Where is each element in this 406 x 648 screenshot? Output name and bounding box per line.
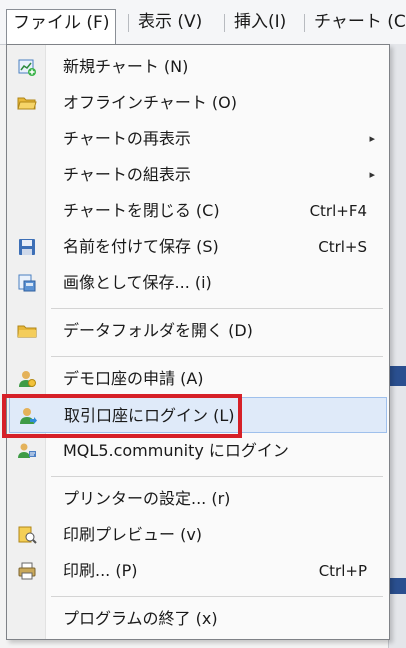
menu-separator [128,14,129,32]
new-chart-icon [18,59,36,76]
chart-area-fragment [389,366,406,386]
menu-separator [51,356,383,357]
menu-file[interactable]: ファイル (F) [6,9,117,45]
menu-item-label: 印刷... (P) [63,561,138,580]
menu-item-label: 印刷プレビュー (v) [63,525,203,544]
file-menu-dropdown: 新規チャート (N) オフラインチャート (O) チャートの再表示 ▸ チャート… [6,44,390,640]
menu-item-label: 画像として保存... (i) [63,273,212,292]
menu-item-label: オフラインチャート (O) [63,93,238,112]
window-background [388,44,406,648]
community-icon [18,443,36,458]
menu-item-exit[interactable]: プログラムの終了 (x) [9,601,387,637]
printer-icon [18,562,36,580]
menu-item-close-chart[interactable]: チャートを閉じる (C) Ctrl+F4 [9,193,387,229]
menu-item-demo-account[interactable]: デモ口座の申請 (A) [9,361,387,397]
menu-separator [51,476,383,477]
menu-chart[interactable]: チャート (C [308,9,406,35]
menu-item-redisplay[interactable]: チャートの再表示 ▸ [9,121,387,157]
menu-separator [224,14,225,32]
menu-item-label: デモ口座の申請 (A) [63,369,204,388]
menu-item-label: チャートの組表示 [63,165,191,184]
menu-item-open-data-folder[interactable]: データフォルダを開く (D) [9,313,387,349]
menu-item-save-image[interactable]: 画像として保存... (i) [9,265,387,301]
print-preview-icon [18,526,37,544]
floppy-disk-icon [19,239,35,255]
chart-area-fragment [389,578,406,594]
shortcut-label: Ctrl+P [318,562,367,580]
menu-view[interactable]: 表示 (V) [132,9,208,35]
submenu-arrow-icon: ▸ [369,132,375,145]
shortcut-label: Ctrl+S [318,238,367,256]
menu-separator [51,308,383,309]
menu-item-label: プログラムの終了 (x) [63,609,218,628]
menu-separator [304,14,305,32]
user-icon [19,371,36,387]
image-save-icon [18,274,36,292]
menu-item-label: プリンターの設定... (r) [63,489,231,508]
menu-item-label: データフォルダを開く (D) [63,321,253,340]
menu-item-label: チャートを閉じる (C) [63,201,220,220]
menu-item-print-preview[interactable]: 印刷プレビュー (v) [9,517,387,553]
menu-item-label: MQL5.community にログイン [63,441,289,460]
menu-item-new-chart[interactable]: 新規チャート (N) [9,49,387,85]
folder-open-icon [17,97,37,110]
submenu-arrow-icon: ▸ [369,168,375,181]
shortcut-label: Ctrl+F4 [309,202,367,220]
menu-item-label: チャートの再表示 [63,129,191,148]
menu-bar: ファイル (F) 表示 (V) 挿入(I) チャート (C [0,0,406,45]
menu-item-save-as[interactable]: 名前を付けて保存 (S) Ctrl+S [9,229,387,265]
menu-item-offline-chart[interactable]: オフラインチャート (O) [9,85,387,121]
folder-icon [17,325,37,338]
menu-item-print[interactable]: 印刷... (P) Ctrl+P [9,553,387,589]
highlight-callout-box [2,394,242,438]
menu-item-printer-setup[interactable]: プリンターの設定... (r) [9,481,387,517]
menu-item-label: 新規チャート (N) [63,57,189,76]
menu-item-rearrange[interactable]: チャートの組表示 ▸ [9,157,387,193]
menu-item-label: 名前を付けて保存 (S) [63,237,219,256]
menu-insert[interactable]: 挿入(I) [228,9,292,35]
menu-item-mql5-login[interactable]: MQL5.community にログイン [9,433,387,469]
menu-separator [51,596,383,597]
